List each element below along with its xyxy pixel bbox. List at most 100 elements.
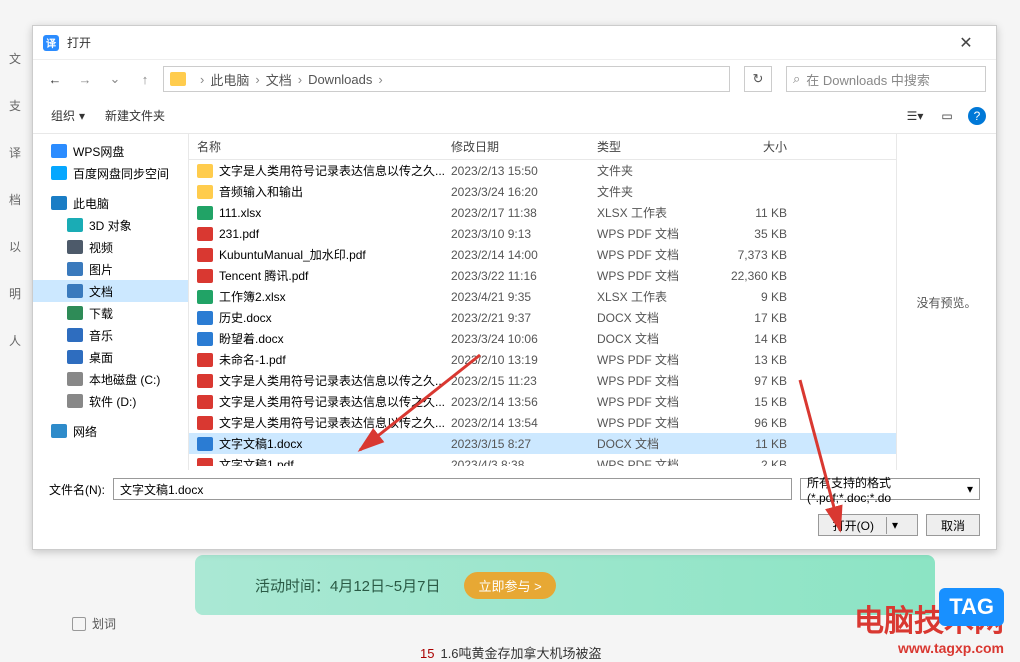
sidebar-item[interactable]: WPS网盘	[33, 140, 188, 162]
forward-button[interactable]: →	[73, 72, 97, 87]
organize-menu[interactable]: 组织 ▾	[43, 103, 93, 128]
back-button[interactable]: ←	[43, 72, 67, 87]
col-size[interactable]: 大小	[717, 138, 797, 155]
filename-row: 文件名(N): 所有支持的格式(*.pdf;*.doc;*.do	[33, 470, 996, 508]
cancel-button[interactable]: 取消	[926, 514, 980, 536]
new-folder-button[interactable]: 新建文件夹	[97, 103, 173, 128]
crumb-0[interactable]: 此电脑	[210, 70, 249, 89]
file-row[interactable]: 历史.docx 2023/2/21 9:37 DOCX 文档 17 KB	[189, 307, 896, 328]
sidebar-item[interactable]: 视频	[33, 236, 188, 258]
file-icon	[197, 437, 213, 451]
sidebar-icon	[67, 328, 83, 342]
file-size: 22,360 KB	[717, 269, 797, 283]
col-date[interactable]: 修改日期	[451, 138, 597, 155]
sidebar-icon	[51, 166, 67, 180]
file-date: 2023/2/21 9:37	[451, 311, 597, 325]
file-rows[interactable]: 文字是人类用符号记录表达信息以传之久... 2023/2/13 15:50 文件…	[189, 160, 896, 466]
close-button[interactable]: ✕	[946, 33, 986, 53]
file-type: WPS PDF 文档	[597, 414, 717, 431]
file-row[interactable]: 盼望着.docx 2023/3/24 10:06 DOCX 文档 14 KB	[189, 328, 896, 349]
sidebar-item[interactable]: 桌面	[33, 346, 188, 368]
sidebar-label: 文档	[89, 283, 113, 300]
file-name: 工作簿2.xlsx	[219, 288, 451, 305]
file-date: 2023/2/10 13:19	[451, 353, 597, 367]
file-size: 35 KB	[717, 227, 797, 241]
sidebar-label: 下载	[89, 305, 113, 322]
file-date: 2023/2/14 13:56	[451, 395, 597, 409]
sidebar-item[interactable]: 图片	[33, 258, 188, 280]
sidebar-label: 桌面	[89, 349, 113, 366]
crumb-2[interactable]: Downloads	[308, 72, 372, 87]
file-type: WPS PDF 文档	[597, 351, 717, 368]
col-type[interactable]: 类型	[597, 138, 717, 155]
sidebar-label: 本地磁盘 (C:)	[89, 371, 160, 388]
file-row[interactable]: 文字是人类用符号记录表达信息以传之久... 2023/2/14 13:56 WP…	[189, 391, 896, 412]
file-icon	[197, 416, 213, 430]
view-mode-button[interactable]: ☰▾	[904, 105, 926, 127]
file-headers[interactable]: 名称 修改日期 类型 大小	[189, 134, 896, 160]
news-headline[interactable]: 151.6吨黄金存加拿大机场被盗	[420, 643, 602, 662]
file-row[interactable]: 文字是人类用符号记录表达信息以传之久... 2023/2/14 13:54 WP…	[189, 412, 896, 433]
file-icon	[197, 332, 213, 346]
file-row[interactable]: 文字是人类用符号记录表达信息以传之久... 2023/2/15 11:23 WP…	[189, 370, 896, 391]
refresh-button[interactable]: ↻	[744, 66, 772, 92]
sidebar-item[interactable]: 本地磁盘 (C:)	[33, 368, 188, 390]
sidebar-label: 网络	[73, 423, 97, 440]
recent-chevron[interactable]: ⌄	[103, 71, 127, 87]
filename-input[interactable]	[113, 478, 792, 500]
open-dropdown-icon[interactable]: ▾	[887, 518, 903, 532]
sidebar-item[interactable]: 此电脑	[33, 192, 188, 214]
sidebar-item[interactable]: 软件 (D:)	[33, 390, 188, 412]
sidebar-item[interactable]: 文档	[33, 280, 188, 302]
background-checkbox[interactable]: 划词	[72, 615, 116, 632]
sidebar-item[interactable]: 网络	[33, 420, 188, 442]
file-row[interactable]: 文字是人类用符号记录表达信息以传之久... 2023/2/13 15:50 文件…	[189, 160, 896, 181]
file-type-filter[interactable]: 所有支持的格式(*.pdf;*.doc;*.do	[800, 478, 980, 500]
file-date: 2023/2/15 11:23	[451, 374, 597, 388]
sidebar-label: 音乐	[89, 327, 113, 344]
file-row[interactable]: 111.xlsx 2023/2/17 11:38 XLSX 工作表 11 KB	[189, 202, 896, 223]
file-row[interactable]: 音频输入和输出 2023/3/24 16:20 文件夹	[189, 181, 896, 202]
file-type: WPS PDF 文档	[597, 456, 717, 466]
file-row[interactable]: 231.pdf 2023/3/10 9:13 WPS PDF 文档 35 KB	[189, 223, 896, 244]
sidebar-item[interactable]: 音乐	[33, 324, 188, 346]
file-type: XLSX 工作表	[597, 288, 717, 305]
sidebar-item[interactable]: 3D 对象	[33, 214, 188, 236]
file-row[interactable]: 文字文稿1.pdf 2023/4/3 8:38 WPS PDF 文档 2 KB	[189, 454, 896, 466]
help-button[interactable]: ?	[968, 107, 986, 125]
file-date: 2023/2/13 15:50	[451, 164, 597, 178]
file-row[interactable]: 工作簿2.xlsx 2023/4/21 9:35 XLSX 工作表 9 KB	[189, 286, 896, 307]
search-placeholder: 在 Downloads 中搜索	[806, 70, 930, 89]
sidebar-icon	[51, 196, 67, 210]
file-row[interactable]: 文字文稿1.docx 2023/3/15 8:27 DOCX 文档 11 KB	[189, 433, 896, 454]
search-input[interactable]: ⌕ 在 Downloads 中搜索	[786, 66, 986, 92]
file-row[interactable]: KubuntuManual_加水印.pdf 2023/2/14 14:00 WP…	[189, 244, 896, 265]
file-icon	[197, 206, 213, 220]
sidebar-icon	[67, 240, 83, 254]
file-type: DOCX 文档	[597, 435, 717, 452]
sidebar-item[interactable]: 下载	[33, 302, 188, 324]
file-date: 2023/2/14 14:00	[451, 248, 597, 262]
file-type: DOCX 文档	[597, 309, 717, 326]
sidebar-item[interactable]: 百度网盘同步空间	[33, 162, 188, 184]
col-name[interactable]: 名称	[197, 138, 451, 155]
banner-cta-button[interactable]: 立即参与 >	[464, 572, 555, 599]
file-list: 名称 修改日期 类型 大小 文字是人类用符号记录表达信息以传之久... 2023…	[189, 134, 896, 470]
file-size: 11 KB	[717, 206, 797, 220]
banner-text: 活动时间：4月12日~5月7日	[255, 575, 440, 596]
crumb-1[interactable]: 文档	[266, 70, 292, 89]
open-button[interactable]: 打开(O) ▾	[818, 514, 918, 536]
file-row[interactable]: 未命名-1.pdf 2023/2/10 13:19 WPS PDF 文档 13 …	[189, 349, 896, 370]
dialog-title: 打开	[67, 34, 91, 51]
checkbox-icon[interactable]	[72, 617, 86, 631]
file-date: 2023/3/10 9:13	[451, 227, 597, 241]
file-type: WPS PDF 文档	[597, 393, 717, 410]
preview-toggle-button[interactable]: ▭	[936, 105, 958, 127]
checkbox-label: 划词	[92, 615, 116, 632]
up-button[interactable]: ↑	[133, 72, 157, 87]
breadcrumb[interactable]: › 此电脑 › 文档 › Downloads ›	[163, 66, 730, 92]
file-type: WPS PDF 文档	[597, 267, 717, 284]
file-name: 文字是人类用符号记录表达信息以传之久...	[219, 372, 451, 389]
background-left-strip: 文支译档以明人	[0, 0, 30, 660]
file-row[interactable]: Tencent 腾讯.pdf 2023/3/22 11:16 WPS PDF 文…	[189, 265, 896, 286]
